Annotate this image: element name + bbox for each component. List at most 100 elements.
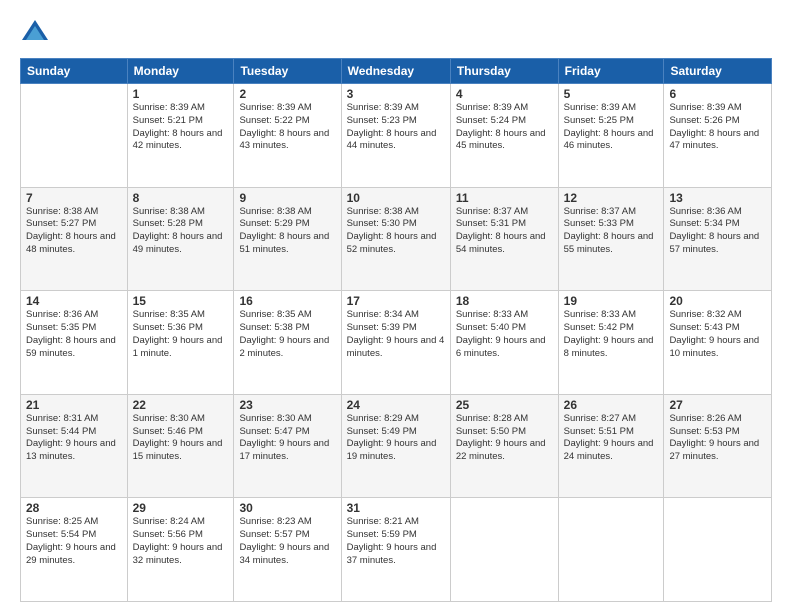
- day-number: 6: [669, 87, 766, 101]
- day-info: Sunrise: 8:35 AM Sunset: 5:38 PM Dayligh…: [239, 309, 335, 360]
- day-cell: 22Sunrise: 8:30 AM Sunset: 5:46 PM Dayli…: [127, 394, 234, 498]
- day-number: 13: [669, 191, 766, 205]
- day-header-friday: Friday: [558, 59, 664, 84]
- day-cell: [558, 498, 664, 602]
- day-cell: 9Sunrise: 8:38 AM Sunset: 5:29 PM Daylig…: [234, 187, 341, 291]
- day-number: 23: [239, 398, 335, 412]
- day-cell: 7Sunrise: 8:38 AM Sunset: 5:27 PM Daylig…: [21, 187, 128, 291]
- day-info: Sunrise: 8:39 AM Sunset: 5:21 PM Dayligh…: [133, 102, 229, 153]
- day-cell: 17Sunrise: 8:34 AM Sunset: 5:39 PM Dayli…: [341, 291, 450, 395]
- day-cell: 1Sunrise: 8:39 AM Sunset: 5:21 PM Daylig…: [127, 84, 234, 188]
- day-info: Sunrise: 8:35 AM Sunset: 5:36 PM Dayligh…: [133, 309, 229, 360]
- day-cell: 24Sunrise: 8:29 AM Sunset: 5:49 PM Dayli…: [341, 394, 450, 498]
- day-info: Sunrise: 8:39 AM Sunset: 5:26 PM Dayligh…: [669, 102, 766, 153]
- day-info: Sunrise: 8:38 AM Sunset: 5:30 PM Dayligh…: [347, 206, 445, 257]
- calendar-page: SundayMondayTuesdayWednesdayThursdayFrid…: [0, 0, 792, 612]
- day-info: Sunrise: 8:36 AM Sunset: 5:35 PM Dayligh…: [26, 309, 122, 360]
- week-row-4: 28Sunrise: 8:25 AM Sunset: 5:54 PM Dayli…: [21, 498, 772, 602]
- day-number: 28: [26, 501, 122, 515]
- calendar-table: SundayMondayTuesdayWednesdayThursdayFrid…: [20, 58, 772, 602]
- day-cell: 16Sunrise: 8:35 AM Sunset: 5:38 PM Dayli…: [234, 291, 341, 395]
- day-info: Sunrise: 8:31 AM Sunset: 5:44 PM Dayligh…: [26, 413, 122, 464]
- day-cell: [21, 84, 128, 188]
- day-number: 17: [347, 294, 445, 308]
- day-cell: 4Sunrise: 8:39 AM Sunset: 5:24 PM Daylig…: [450, 84, 558, 188]
- week-row-2: 14Sunrise: 8:36 AM Sunset: 5:35 PM Dayli…: [21, 291, 772, 395]
- day-info: Sunrise: 8:38 AM Sunset: 5:28 PM Dayligh…: [133, 206, 229, 257]
- day-info: Sunrise: 8:33 AM Sunset: 5:42 PM Dayligh…: [564, 309, 659, 360]
- day-number: 9: [239, 191, 335, 205]
- day-cell: 12Sunrise: 8:37 AM Sunset: 5:33 PM Dayli…: [558, 187, 664, 291]
- day-cell: 20Sunrise: 8:32 AM Sunset: 5:43 PM Dayli…: [664, 291, 772, 395]
- day-info: Sunrise: 8:30 AM Sunset: 5:47 PM Dayligh…: [239, 413, 335, 464]
- day-number: 21: [26, 398, 122, 412]
- day-number: 5: [564, 87, 659, 101]
- day-info: Sunrise: 8:28 AM Sunset: 5:50 PM Dayligh…: [456, 413, 553, 464]
- day-info: Sunrise: 8:27 AM Sunset: 5:51 PM Dayligh…: [564, 413, 659, 464]
- day-info: Sunrise: 8:39 AM Sunset: 5:24 PM Dayligh…: [456, 102, 553, 153]
- day-info: Sunrise: 8:26 AM Sunset: 5:53 PM Dayligh…: [669, 413, 766, 464]
- day-cell: 8Sunrise: 8:38 AM Sunset: 5:28 PM Daylig…: [127, 187, 234, 291]
- day-info: Sunrise: 8:36 AM Sunset: 5:34 PM Dayligh…: [669, 206, 766, 257]
- day-cell: 25Sunrise: 8:28 AM Sunset: 5:50 PM Dayli…: [450, 394, 558, 498]
- day-header-thursday: Thursday: [450, 59, 558, 84]
- day-cell: 5Sunrise: 8:39 AM Sunset: 5:25 PM Daylig…: [558, 84, 664, 188]
- day-number: 15: [133, 294, 229, 308]
- day-info: Sunrise: 8:30 AM Sunset: 5:46 PM Dayligh…: [133, 413, 229, 464]
- day-number: 24: [347, 398, 445, 412]
- day-number: 8: [133, 191, 229, 205]
- logo: [20, 18, 54, 48]
- day-info: Sunrise: 8:29 AM Sunset: 5:49 PM Dayligh…: [347, 413, 445, 464]
- day-cell: 28Sunrise: 8:25 AM Sunset: 5:54 PM Dayli…: [21, 498, 128, 602]
- day-number: 18: [456, 294, 553, 308]
- day-number: 14: [26, 294, 122, 308]
- header: [20, 18, 772, 48]
- day-info: Sunrise: 8:38 AM Sunset: 5:29 PM Dayligh…: [239, 206, 335, 257]
- day-info: Sunrise: 8:37 AM Sunset: 5:33 PM Dayligh…: [564, 206, 659, 257]
- day-info: Sunrise: 8:33 AM Sunset: 5:40 PM Dayligh…: [456, 309, 553, 360]
- day-cell: 13Sunrise: 8:36 AM Sunset: 5:34 PM Dayli…: [664, 187, 772, 291]
- day-number: 20: [669, 294, 766, 308]
- day-number: 7: [26, 191, 122, 205]
- day-cell: [450, 498, 558, 602]
- day-cell: 30Sunrise: 8:23 AM Sunset: 5:57 PM Dayli…: [234, 498, 341, 602]
- day-cell: 19Sunrise: 8:33 AM Sunset: 5:42 PM Dayli…: [558, 291, 664, 395]
- day-info: Sunrise: 8:34 AM Sunset: 5:39 PM Dayligh…: [347, 309, 445, 360]
- day-number: 3: [347, 87, 445, 101]
- day-cell: 3Sunrise: 8:39 AM Sunset: 5:23 PM Daylig…: [341, 84, 450, 188]
- day-header-wednesday: Wednesday: [341, 59, 450, 84]
- day-number: 12: [564, 191, 659, 205]
- day-cell: 6Sunrise: 8:39 AM Sunset: 5:26 PM Daylig…: [664, 84, 772, 188]
- day-cell: 11Sunrise: 8:37 AM Sunset: 5:31 PM Dayli…: [450, 187, 558, 291]
- day-number: 27: [669, 398, 766, 412]
- day-cell: [664, 498, 772, 602]
- day-info: Sunrise: 8:23 AM Sunset: 5:57 PM Dayligh…: [239, 516, 335, 567]
- day-number: 25: [456, 398, 553, 412]
- day-number: 19: [564, 294, 659, 308]
- day-cell: 15Sunrise: 8:35 AM Sunset: 5:36 PM Dayli…: [127, 291, 234, 395]
- day-number: 2: [239, 87, 335, 101]
- day-cell: 21Sunrise: 8:31 AM Sunset: 5:44 PM Dayli…: [21, 394, 128, 498]
- day-number: 10: [347, 191, 445, 205]
- week-row-3: 21Sunrise: 8:31 AM Sunset: 5:44 PM Dayli…: [21, 394, 772, 498]
- day-header-monday: Monday: [127, 59, 234, 84]
- day-cell: 23Sunrise: 8:30 AM Sunset: 5:47 PM Dayli…: [234, 394, 341, 498]
- day-info: Sunrise: 8:37 AM Sunset: 5:31 PM Dayligh…: [456, 206, 553, 257]
- day-header-sunday: Sunday: [21, 59, 128, 84]
- day-cell: 14Sunrise: 8:36 AM Sunset: 5:35 PM Dayli…: [21, 291, 128, 395]
- day-cell: 18Sunrise: 8:33 AM Sunset: 5:40 PM Dayli…: [450, 291, 558, 395]
- day-cell: 27Sunrise: 8:26 AM Sunset: 5:53 PM Dayli…: [664, 394, 772, 498]
- day-header-saturday: Saturday: [664, 59, 772, 84]
- day-number: 4: [456, 87, 553, 101]
- day-cell: 29Sunrise: 8:24 AM Sunset: 5:56 PM Dayli…: [127, 498, 234, 602]
- day-info: Sunrise: 8:39 AM Sunset: 5:25 PM Dayligh…: [564, 102, 659, 153]
- day-number: 11: [456, 191, 553, 205]
- day-info: Sunrise: 8:21 AM Sunset: 5:59 PM Dayligh…: [347, 516, 445, 567]
- day-cell: 2Sunrise: 8:39 AM Sunset: 5:22 PM Daylig…: [234, 84, 341, 188]
- day-number: 1: [133, 87, 229, 101]
- week-row-1: 7Sunrise: 8:38 AM Sunset: 5:27 PM Daylig…: [21, 187, 772, 291]
- week-row-0: 1Sunrise: 8:39 AM Sunset: 5:21 PM Daylig…: [21, 84, 772, 188]
- day-cell: 26Sunrise: 8:27 AM Sunset: 5:51 PM Dayli…: [558, 394, 664, 498]
- day-info: Sunrise: 8:39 AM Sunset: 5:22 PM Dayligh…: [239, 102, 335, 153]
- day-number: 29: [133, 501, 229, 515]
